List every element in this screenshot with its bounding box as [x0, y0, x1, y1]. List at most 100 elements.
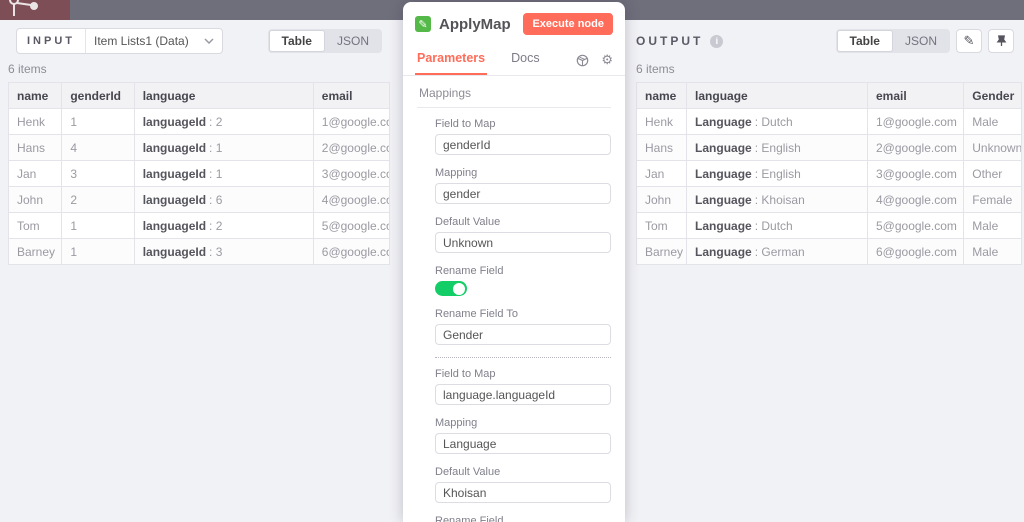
table-cell-email: 1@google.com — [312, 108, 391, 135]
table-row: Tom1languageId: 25@google.com — [7, 212, 391, 239]
pin-data-button[interactable] — [988, 29, 1014, 53]
rename-field-to-label: Rename Field To — [435, 308, 518, 320]
cell-value: : 1 — [209, 140, 223, 155]
table-cell-language: languageId: 6 — [133, 186, 314, 213]
table-cell-name: Hans — [7, 134, 63, 161]
table-cell-name: John — [635, 186, 688, 213]
field-to-map-input[interactable] — [435, 134, 611, 155]
field-to-map-label: Field to Map — [435, 118, 496, 130]
table-row: Henk Language: Dutch 1@google.com Male — [635, 108, 1022, 135]
package-icon[interactable] — [576, 54, 589, 67]
table-cell-language: Language: Dutch — [686, 108, 868, 135]
tab-parameters[interactable]: Parameters — [415, 45, 488, 75]
mapping-label: Mapping — [435, 167, 478, 179]
rename-field-label: Rename Field — [435, 515, 504, 522]
workflow-nodes-icon — [9, 0, 38, 16]
table-row: John2languageId: 64@google.com — [7, 186, 391, 213]
mapping-group-1: Field to Map Mapping Default Value Renam… — [417, 108, 611, 358]
cell-value: : Dutch — [754, 218, 793, 233]
cell-key: languageId — [142, 192, 207, 207]
table-cell-name: Tom — [635, 212, 688, 239]
execute-node-button[interactable]: Execute node — [523, 13, 613, 35]
table-cell-language: Language: English — [686, 160, 868, 187]
input-data-table: name genderId language email Henk 1 languageId… — [7, 82, 391, 265]
field-to-map-label: Field to Map — [435, 368, 496, 380]
output-view-table-button[interactable]: Table — [836, 30, 893, 52]
table-cell-email: 5@google.com — [866, 212, 965, 239]
default-value-input[interactable] — [435, 232, 611, 253]
column-header-Gender: Gender — [963, 82, 1022, 109]
table-cell-Gender: Male — [963, 238, 1022, 265]
cell-key: Language — [695, 244, 752, 259]
mapping-input[interactable] — [435, 433, 611, 454]
gear-icon[interactable]: ⚙ — [601, 52, 613, 68]
input-items-count: 6 items — [8, 62, 47, 76]
table-cell-genderId: 1 — [61, 238, 135, 265]
column-header-name: name — [635, 82, 688, 109]
table-cell-name: Tom — [7, 212, 63, 239]
cell-value: : 2 — [209, 218, 223, 233]
table-cell-language: languageId: 1 — [133, 160, 314, 187]
cell-key: languageId — [142, 166, 207, 181]
pin-icon — [996, 35, 1006, 47]
field-to-map-input[interactable] — [435, 384, 611, 405]
output-view-toggle: Table JSON — [835, 29, 950, 53]
table-cell-email: 6@google.com — [312, 238, 391, 265]
table-cell-genderId: 3 — [61, 160, 135, 187]
default-value-input[interactable] — [435, 482, 611, 503]
input-source-select[interactable]: INPUT Item Lists1 (Data) — [16, 28, 223, 54]
cell-value: : 2 — [209, 114, 223, 129]
chevron-down-icon — [204, 38, 222, 44]
cell-key: Language — [695, 166, 752, 181]
table-cell-genderId: 2 — [61, 186, 135, 213]
info-icon: i — [710, 34, 724, 48]
cell-value: : Khoisan — [754, 192, 805, 207]
workflow-node-thumbnail — [0, 0, 70, 20]
mapping-group-2: Field to Map Mapping Default Value Renam… — [417, 368, 611, 522]
input-view-toggle: Table JSON — [267, 29, 382, 53]
rename-field-toggle[interactable] — [435, 281, 467, 296]
table-cell-name: Jan — [635, 160, 688, 187]
table-cell-language: Language: English — [686, 134, 868, 161]
pencil-icon: ✎ — [963, 33, 975, 48]
table-cell-email: 4@google.com — [312, 186, 391, 213]
cell-value: : Dutch — [754, 114, 793, 129]
table-cell-Gender: Unknown — [963, 134, 1022, 161]
table-cell-language: Language: German — [686, 238, 868, 265]
input-view-table-button[interactable]: Table — [268, 30, 325, 52]
table-cell-name: Henk — [7, 108, 63, 135]
output-view-json-button[interactable]: JSON — [893, 30, 949, 52]
tab-docs[interactable]: Docs — [509, 45, 541, 75]
table-cell-name: Hans — [635, 134, 688, 161]
table-cell-language: languageId: 2 — [133, 108, 314, 135]
edit-output-button[interactable]: ✎ — [956, 29, 982, 53]
cell-value: : English — [754, 166, 801, 181]
cell-value: : English — [754, 140, 801, 155]
table-cell-email: 2@google.com — [866, 134, 965, 161]
table-header-row: name genderId language email — [7, 82, 391, 109]
table-cell-genderId: 1 — [61, 108, 135, 135]
rename-field-to-input[interactable] — [435, 324, 611, 345]
column-header-language: language — [686, 82, 868, 109]
table-cell-language: languageId: 2 — [133, 212, 314, 239]
table-cell-email: 1@google.com — [866, 108, 965, 135]
cell-key: languageId — [142, 114, 207, 129]
input-view-json-button[interactable]: JSON — [325, 30, 381, 52]
table-cell-email: 2@google.com — [312, 134, 391, 161]
table-row: Hans Language: English 2@google.com Unknown — [635, 134, 1022, 161]
table-cell-genderId: 4 — [61, 134, 135, 161]
table-cell-Gender: Female — [963, 186, 1022, 213]
table-cell-genderId: 1 — [61, 212, 135, 239]
table-cell-Gender: Other — [963, 160, 1022, 187]
cell-key: languageId — [142, 244, 207, 259]
table-cell-name: John — [7, 186, 63, 213]
mapping-divider — [435, 357, 611, 358]
mapping-input[interactable] — [435, 183, 611, 204]
cell-key: Language — [695, 114, 752, 129]
table-row: Jan Language: English 3@google.com Other — [635, 160, 1022, 187]
default-value-label: Default Value — [435, 216, 501, 228]
table-cell-language: Language: Khoisan — [686, 186, 868, 213]
edit-node-icon: ✎ — [415, 16, 431, 32]
column-header-email: email — [866, 82, 965, 109]
table-cell-email: 3@google.com — [866, 160, 965, 187]
